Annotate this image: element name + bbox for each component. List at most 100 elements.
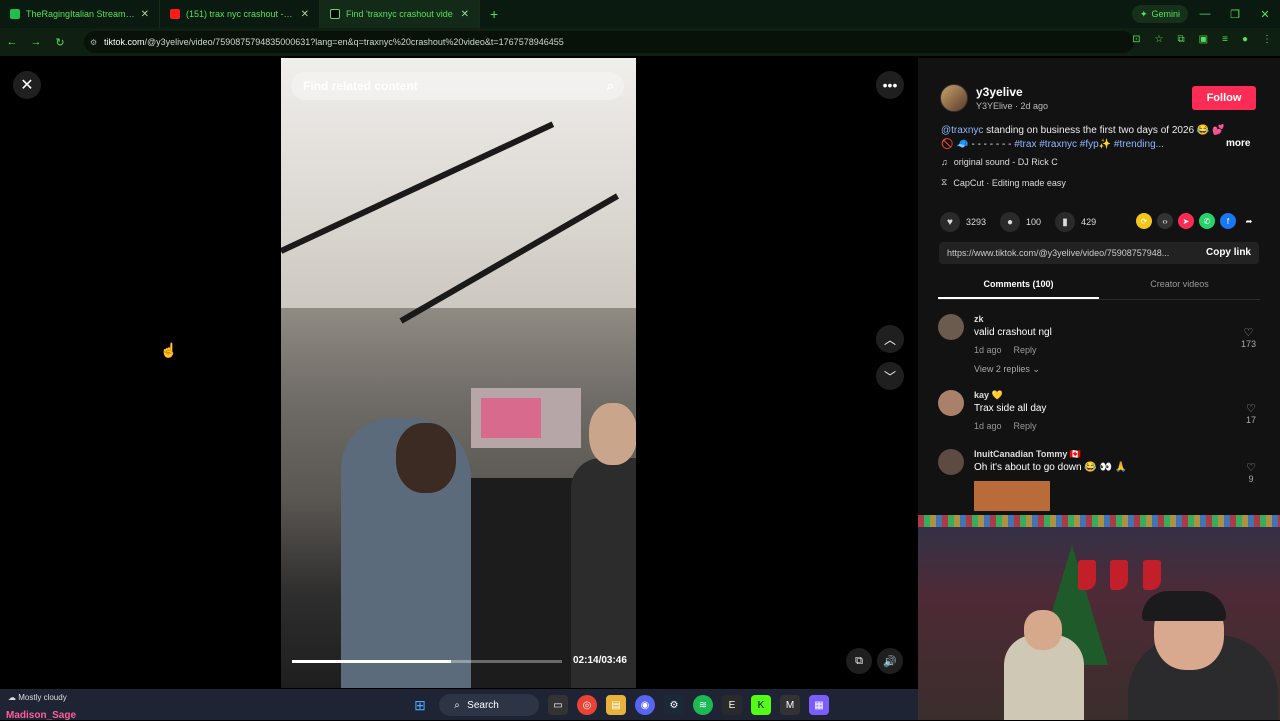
video-frame-person	[571, 458, 636, 688]
share-arrow-icon[interactable]: ➦	[1241, 213, 1257, 229]
kick-app-icon[interactable]: K	[751, 695, 771, 715]
comment-like[interactable]: ♡ 17	[1246, 402, 1256, 425]
commenter-name[interactable]: InuitCanadian Tommy 🇨🇦	[974, 449, 1081, 460]
grid-app-icon[interactable]: ▦	[809, 695, 829, 715]
close-tab-icon[interactable]: ✕	[461, 9, 469, 20]
next-video-button[interactable]: ﹀	[876, 362, 904, 390]
back-icon[interactable]: ←	[0, 36, 24, 48]
follow-button[interactable]: Follow	[1192, 86, 1256, 110]
commenter-name[interactable]: zk	[974, 314, 984, 324]
tab-title: Find 'traxnyc crashout vide	[346, 9, 453, 19]
url-field[interactable]: ⚙ tiktok.com/@y3yelive/video/75908757948…	[84, 31, 1134, 53]
tab-title: (151) trax nyc crashout - YouTu	[186, 9, 295, 19]
comment-meta: 1d ago Reply	[974, 421, 1037, 431]
site-info-icon[interactable]: ⚙	[90, 38, 97, 47]
browser-tab-active[interactable]: Find 'traxnyc crashout vide ✕	[320, 0, 480, 28]
speaker-icon: 🔊	[883, 655, 897, 668]
pip-button[interactable]: ⧉	[846, 648, 872, 674]
restore-icon[interactable]: ❐	[1220, 0, 1250, 28]
chrome-icon[interactable]: ◎	[577, 695, 597, 715]
heart-icon[interactable]: ♥	[940, 212, 960, 232]
repost-icon[interactable]: ⟳	[1136, 213, 1152, 229]
minimize-icon[interactable]: —	[1190, 0, 1220, 28]
steam-icon[interactable]: ⚙	[664, 695, 684, 715]
bookmark-icon[interactable]: ▮	[1055, 212, 1076, 232]
close-tab-icon[interactable]: ✕	[141, 9, 149, 20]
profile-avatar[interactable]: ●	[1242, 34, 1248, 45]
spotify-icon[interactable]: ≋	[693, 695, 713, 715]
comment-like-count: 17	[1245, 415, 1256, 425]
commenter-avatar[interactable]	[938, 390, 964, 416]
whatsapp-icon[interactable]: ✆	[1199, 213, 1215, 229]
commenter-avatar[interactable]	[938, 449, 964, 475]
reload-icon[interactable]: ↻	[48, 36, 72, 49]
browser-tab[interactable]: TheRagingItalian Stream - Wat ✕	[0, 0, 160, 28]
new-tab-button[interactable]: +	[480, 6, 508, 22]
url-site: tiktok.com	[104, 37, 145, 47]
comment-time: 1d ago	[974, 345, 1002, 355]
comment-icon[interactable]: ●	[1000, 212, 1021, 232]
weather-widget[interactable]: ☁ Mostly cloudy	[8, 693, 67, 703]
app-icon[interactable]: M	[780, 695, 800, 715]
cast-icon[interactable]: ▣	[1199, 34, 1208, 45]
browser-tab[interactable]: (151) trax nyc crashout - YouTu ✕	[160, 0, 320, 28]
discord-icon[interactable]: ◉	[635, 695, 655, 715]
more-options-button[interactable]: •••	[876, 71, 904, 99]
tiktok-favicon-icon	[330, 9, 340, 19]
send-icon[interactable]: ➤	[1178, 213, 1194, 229]
volume-button[interactable]: 🔊	[877, 648, 903, 674]
reply-button[interactable]: Reply	[1014, 345, 1037, 355]
close-window-icon[interactable]: ✕	[1250, 0, 1280, 28]
tab-creator-videos[interactable]: Creator videos	[1099, 276, 1260, 299]
facebook-icon[interactable]: f	[1220, 213, 1236, 229]
windows-start-icon[interactable]: ⊞	[410, 695, 430, 715]
comment-like[interactable]: ♡ 173	[1241, 326, 1256, 349]
weather-icon: ☁	[8, 693, 16, 702]
stocking	[1078, 560, 1096, 590]
commenter-name[interactable]: kay 💛	[974, 390, 1003, 401]
commenter-avatar[interactable]	[938, 314, 964, 340]
author-username[interactable]: y3yelive	[976, 85, 1023, 99]
view-replies-button[interactable]: View 2 replies ⌄	[974, 364, 1040, 375]
taskbar-apps: ⊞ ⌕ Search ▭ ◎ ▤ ◉ ⚙ ≋ E K M ▦	[410, 694, 829, 716]
hashtags[interactable]: #trax #traxnyc #fyp✨ #trending...	[1014, 139, 1164, 150]
gemini-button[interactable]: ✦ Gemini	[1131, 5, 1188, 23]
previous-video-button[interactable]: ︿	[876, 325, 904, 353]
comment-text: Oh it's about to go down 😂 👀 🙏	[974, 462, 1128, 473]
author-avatar[interactable]	[940, 84, 968, 112]
close-video-button[interactable]: ✕	[13, 71, 41, 99]
video-player[interactable]	[281, 58, 636, 688]
capcut-row[interactable]: ⧖ CapCut · Editing made easy	[941, 177, 1066, 188]
taskbar-search[interactable]: ⌕ Search	[439, 694, 539, 716]
search-icon[interactable]: ⌕	[607, 78, 614, 94]
comment-like[interactable]: ♡ 9	[1246, 461, 1256, 484]
music-note-icon: ♫	[941, 157, 948, 167]
string-lights	[918, 515, 1280, 527]
likes-count: 3293	[966, 217, 987, 227]
more-link[interactable]: more	[1226, 138, 1250, 149]
close-tab-icon[interactable]: ✕	[301, 9, 309, 20]
tab-comments[interactable]: Comments (100)	[938, 276, 1099, 299]
bookmark-star-icon[interactable]: ☆	[1155, 34, 1164, 45]
file-explorer-icon[interactable]: ▤	[606, 695, 626, 715]
forward-icon[interactable]: →	[24, 36, 48, 48]
find-related-search[interactable]: Find related content ⌕	[291, 72, 624, 100]
sound-row[interactable]: ♫ original sound - DJ Rick C	[941, 157, 1058, 167]
video-progress-bar[interactable]	[292, 660, 562, 663]
comment-image[interactable]	[974, 481, 1050, 511]
menu-icon[interactable]: ≡	[1222, 34, 1228, 45]
panel-tabs: Comments (100) Creator videos	[938, 276, 1260, 300]
reply-button[interactable]: Reply	[1014, 421, 1037, 431]
webcam-head	[1024, 610, 1062, 650]
share-link-box[interactable]: https://www.tiktok.com/@y3yelive/video/7…	[939, 242, 1259, 264]
extensions-icon[interactable]: ⧉	[1178, 34, 1185, 45]
task-view-icon[interactable]: ▭	[548, 695, 568, 715]
video-description: @traxnyc standing on business the first …	[941, 124, 1251, 152]
epic-games-icon[interactable]: E	[722, 695, 742, 715]
embed-icon[interactable]: ‹›	[1157, 213, 1173, 229]
copy-link-button[interactable]: Copy link	[1206, 247, 1251, 258]
mention-link[interactable]: @traxnyc	[941, 125, 983, 136]
capcut-label: CapCut · Editing made easy	[953, 177, 1066, 188]
install-icon[interactable]: ⊡	[1132, 34, 1140, 45]
kebab-menu-icon[interactable]: ⋮	[1262, 34, 1272, 45]
